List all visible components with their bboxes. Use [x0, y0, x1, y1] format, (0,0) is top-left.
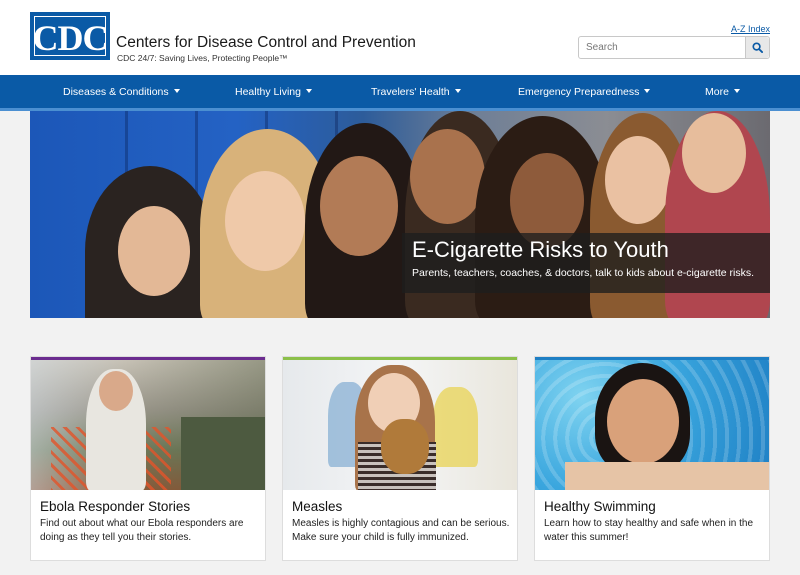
student-face [320, 156, 398, 256]
hero-subtitle: Parents, teachers, coaches, & doctors, t… [412, 267, 754, 279]
card-text: Learn how to stay healthy and safe when … [544, 518, 754, 543]
nav-label: Healthy Living [235, 86, 301, 98]
hero-title[interactable]: E-Cigarette Risks to Youth [412, 237, 669, 263]
caret-down-icon [454, 89, 461, 93]
nav-item-diseases[interactable]: Diseases & Conditions [63, 75, 180, 108]
caret-down-icon [305, 89, 312, 93]
student-face [118, 206, 190, 296]
card-text: Measles is highly contagious and can be … [292, 518, 510, 543]
pool-edge [565, 462, 769, 490]
search-input[interactable] [579, 37, 745, 58]
teddy-bear [381, 419, 429, 474]
student-face [682, 113, 746, 193]
search-box [578, 36, 770, 59]
feature-card-swimming[interactable]: Healthy Swimming Learn how to stay healt… [534, 356, 770, 561]
nav-label: More [705, 86, 729, 98]
card-image[interactable] [31, 357, 265, 490]
logo-text: CDC [32, 18, 109, 58]
card-title[interactable]: Measles [292, 499, 342, 514]
feature-card-measles[interactable]: Measles Measles is highly contagious and… [282, 356, 518, 561]
nav-item-more[interactable]: More [705, 75, 740, 108]
nav-label: Diseases & Conditions [63, 86, 169, 98]
caret-down-icon [173, 89, 180, 93]
hero-banner[interactable]: E-Cigarette Risks to Youth Parents, teac… [30, 111, 770, 318]
main-nav: Diseases & Conditions Healthy Living Tra… [0, 75, 800, 111]
equipment [181, 417, 265, 490]
swimmer-face [607, 379, 679, 464]
adult-figure [433, 387, 478, 467]
nav-label: Travelers' Health [371, 86, 450, 98]
nav-item-healthy-living[interactable]: Healthy Living [235, 75, 312, 108]
magnifier-icon [752, 42, 763, 53]
card-text: Find out about what our Ebola responders… [40, 518, 244, 543]
org-name[interactable]: Centers for Disease Control and Preventi… [116, 34, 416, 52]
student-face [410, 129, 485, 224]
card-accent [283, 357, 517, 360]
card-accent [31, 357, 265, 360]
card-title[interactable]: Ebola Responder Stories [40, 499, 190, 514]
search-button[interactable] [745, 37, 769, 58]
card-accent [535, 357, 769, 360]
org-tagline: CDC 24/7: Saving Lives, Protecting Peopl… [117, 53, 288, 63]
az-index-link[interactable]: A-Z Index [731, 24, 770, 34]
card-image[interactable] [283, 357, 517, 490]
nav-label: Emergency Preparedness [518, 86, 640, 98]
card-title[interactable]: Healthy Swimming [544, 499, 656, 514]
nav-item-emergency-preparedness[interactable]: Emergency Preparedness [518, 75, 651, 108]
caret-down-icon [644, 89, 651, 93]
card-image[interactable] [535, 357, 769, 490]
hero-caption: E-Cigarette Risks to Youth Parents, teac… [402, 233, 770, 293]
cdc-logo[interactable]: CDC [30, 12, 110, 60]
responder-face [99, 371, 133, 411]
student-face [225, 171, 305, 271]
student-face [605, 136, 671, 224]
caret-down-icon [733, 89, 740, 93]
nav-item-travelers-health[interactable]: Travelers' Health [371, 75, 461, 108]
site-header: CDC Centers for Disease Control and Prev… [0, 0, 800, 75]
feature-card-ebola[interactable]: Ebola Responder Stories Find out about w… [30, 356, 266, 561]
